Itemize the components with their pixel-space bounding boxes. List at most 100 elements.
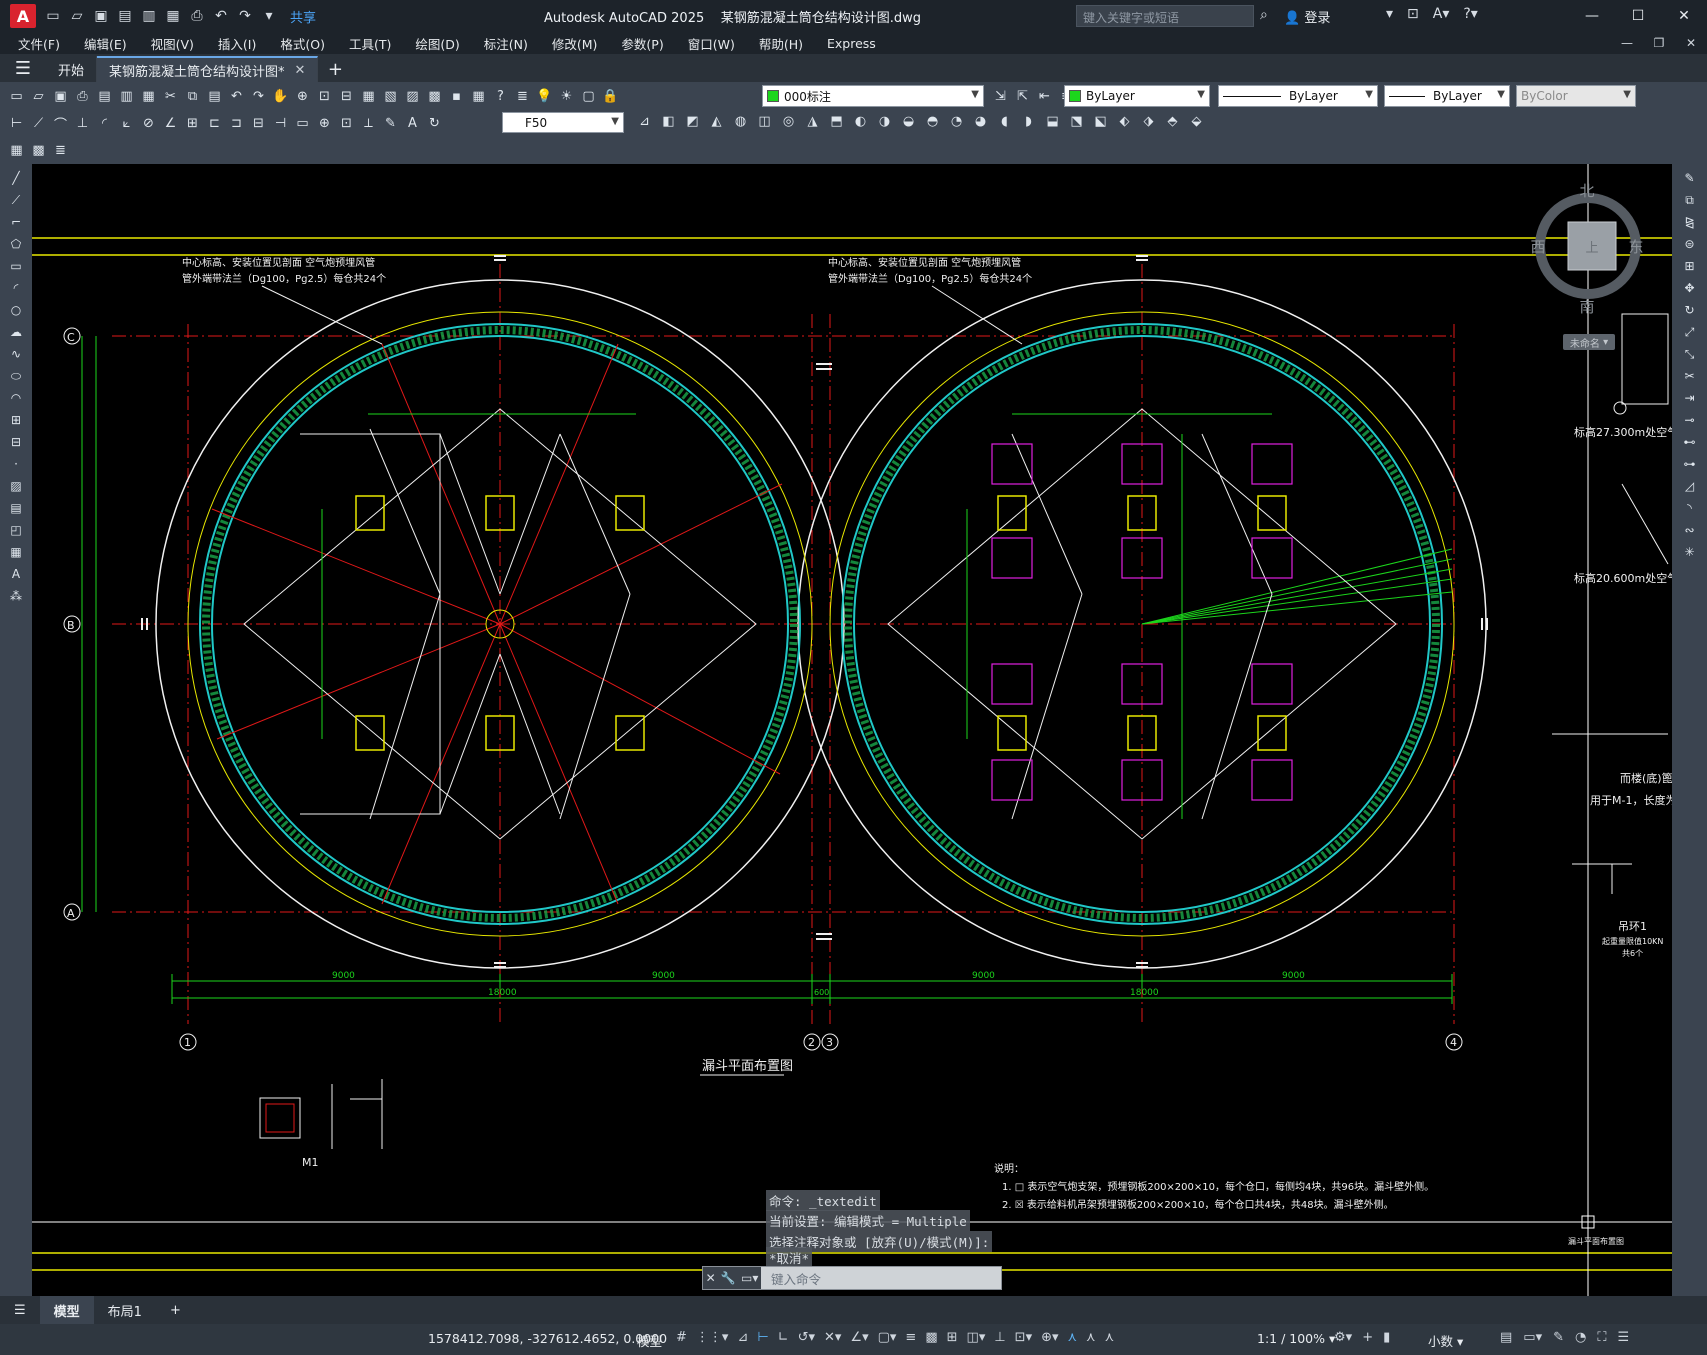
extend-icon[interactable]: ⇥ [1681, 390, 1699, 406]
break-icon[interactable]: ⊷ [1681, 434, 1699, 450]
clean-screen-icon[interactable]: ⛶ [1597, 1330, 1606, 1345]
open-icon[interactable]: ▱ [30, 88, 47, 105]
store-icon[interactable]: ⊡ [1407, 6, 1419, 22]
menu-insert[interactable]: 插入(I) [218, 34, 256, 53]
scale-icon[interactable]: ⤢ [1681, 324, 1699, 340]
cut-icon[interactable]: ✂ [162, 88, 179, 105]
undo-icon[interactable]: ↶ [212, 7, 230, 25]
region-icon[interactable]: ◰ [7, 522, 25, 538]
autocad-logo-icon[interactable]: A [10, 4, 36, 28]
annotation-visibility-icon[interactable]: ⋏ [1068, 1330, 1078, 1345]
menu-draw[interactable]: 绘图(D) [415, 34, 459, 53]
paste-icon[interactable]: ▤ [206, 88, 223, 105]
sphere-icon[interactable]: ◍ [732, 113, 749, 130]
isodraft-icon[interactable]: ✕▾ [824, 1330, 841, 1345]
units-dropdown[interactable]: 小数 ▾ [1428, 1331, 1463, 1350]
viewcube[interactable]: 北 南 东 西 上 [1528, 182, 1646, 322]
sweep-icon[interactable]: ◑ [876, 113, 893, 130]
ellipse-arc-icon[interactable]: ◠ [7, 390, 25, 406]
union-icon[interactable]: ◓ [924, 113, 941, 130]
maximize-icon[interactable]: ☐ [1615, 0, 1661, 32]
construction-line-icon[interactable]: ⟋ [7, 192, 25, 208]
angle-icon[interactable]: ∠▾ [850, 1330, 868, 1345]
solidedit-icon[interactable]: ⬕ [1092, 113, 1109, 130]
dim-aligned-icon[interactable]: ⟋ [30, 115, 47, 132]
arc-icon[interactable]: ◜ [7, 280, 25, 296]
isolate-objects-icon[interactable]: ✎ [1553, 1330, 1564, 1345]
join-icon[interactable]: ⊶ [1681, 456, 1699, 472]
zoom-realtime-icon[interactable]: ⊕ [294, 88, 311, 105]
mtext-icon[interactable]: A [7, 566, 25, 582]
publish-icon[interactable]: ▥ [140, 7, 158, 25]
gradient-icon[interactable]: ▤ [7, 500, 25, 516]
color-dropdown[interactable]: ByLayer ▼ [1064, 85, 1210, 107]
menu-window[interactable]: 窗口(W) [688, 34, 735, 53]
spline-icon[interactable]: ∿ [7, 346, 25, 362]
model-space-toggle[interactable]: 模型 [637, 1331, 662, 1350]
copy-icon[interactable]: ⧉ [184, 88, 201, 105]
line-icon[interactable]: ╱ [7, 170, 25, 186]
compass-south[interactable]: 南 [1579, 298, 1594, 316]
autoscale-icon[interactable]: ⋏ [1086, 1330, 1096, 1345]
center-mark-icon[interactable]: ⊕ [316, 115, 333, 132]
infer-icon[interactable]: ⊿ [737, 1330, 748, 1345]
box-icon[interactable]: ◧ [660, 113, 677, 130]
doc-minimize-icon[interactable]: — [1611, 32, 1643, 54]
menu-file[interactable]: 文件(F) [18, 34, 60, 53]
coordinate-readout[interactable]: 1578412.7098, -327612.4652, 0.0000 [428, 1331, 667, 1346]
imprint-icon[interactable]: ⬗ [1140, 113, 1157, 130]
snap-icon[interactable]: ⋮⋮▾ [696, 1330, 729, 1345]
markup-icon[interactable]: ▪ [448, 88, 465, 105]
dim-continue-icon[interactable]: ⊐ [228, 115, 245, 132]
cylinder-icon[interactable]: ◫ [756, 113, 773, 130]
hamburger-menu-icon[interactable]: ☰ [0, 54, 46, 82]
dynamic-ucs-icon[interactable]: ⊥ [994, 1330, 1005, 1345]
separate-icon[interactable]: ⬙ [1188, 113, 1205, 130]
properties-icon[interactable]: ▦ [360, 88, 377, 105]
table-icon-left[interactable]: ▦ [7, 544, 25, 560]
dynamic-input-icon[interactable]: ⊢ [757, 1330, 768, 1345]
menu-modify[interactable]: 修改(M) [552, 34, 598, 53]
help-icon[interactable]: ?▾ [1463, 6, 1477, 22]
polygon-icon[interactable]: ⬠ [7, 236, 25, 252]
insert-block-icon[interactable]: ⊞ [7, 412, 25, 428]
open-folder-icon[interactable]: ▱ [68, 7, 86, 25]
dim-space-icon[interactable]: ⊟ [250, 115, 267, 132]
save-as-icon[interactable]: ▤ [116, 7, 134, 25]
command-recent-icon[interactable]: ▭▾ [741, 1271, 758, 1285]
qnew-icon[interactable]: ▭ [8, 88, 25, 105]
compass-west[interactable]: 西 [1530, 238, 1545, 256]
layer-properties-icon[interactable]: ≣ [514, 88, 531, 105]
undo-icon-tb[interactable]: ↶ [228, 88, 245, 105]
ucs-menu[interactable]: 未命名 ▾ [1563, 334, 1615, 350]
autodesk-apps-icon[interactable]: A▾ [1433, 6, 1450, 22]
inspect-icon[interactable]: ⊡ [338, 115, 355, 132]
lock-ui-icon[interactable]: ▭▾ [1523, 1330, 1542, 1345]
tab-close-icon[interactable]: ✕ [295, 63, 306, 78]
search-icon[interactable]: ⌕ [1260, 7, 1268, 23]
make-current-icon[interactable]: ⇲ [992, 88, 1009, 105]
intersect-icon[interactable]: ◕ [972, 113, 989, 130]
light-bulb-icon[interactable]: 💡 [536, 88, 553, 105]
cone-icon[interactable]: ◭ [708, 113, 725, 130]
pyramid-icon[interactable]: ◮ [804, 113, 821, 130]
redo-icon-tb[interactable]: ↷ [250, 88, 267, 105]
hatch-icon[interactable]: ▨ [7, 478, 25, 494]
tool-palette-icon[interactable]: ▨ [404, 88, 421, 105]
annotation-scale-icon[interactable]: ⋏ [1105, 1330, 1115, 1345]
dim-style-icon[interactable]: ⊿ [636, 113, 653, 130]
selection-cycling-icon[interactable]: ⊞ [947, 1330, 958, 1345]
minimize-icon[interactable]: — [1569, 0, 1615, 32]
command-input[interactable]: 键入命令 [771, 1269, 821, 1288]
selection-filter-icon[interactable]: ⊡▾ [1015, 1330, 1032, 1345]
move-icon[interactable]: ✥ [1681, 280, 1699, 296]
preview-icon[interactable]: ▤ [96, 88, 113, 105]
annotation-scale[interactable]: 1:1 / 100% ▾ [1257, 1331, 1335, 1346]
pan-icon[interactable]: ✋ [272, 88, 289, 105]
dim-edit-icon[interactable]: ✎ [382, 115, 399, 132]
explode-icon[interactable]: ✳ [1681, 544, 1699, 560]
close-icon[interactable]: ✕ [1661, 0, 1707, 32]
dim-arc-icon[interactable]: ⌒ [52, 115, 69, 133]
dim-ordinate-icon[interactable]: ⊥ [74, 115, 91, 132]
layer-dropdown[interactable]: 000标注 ▼ [762, 85, 984, 107]
